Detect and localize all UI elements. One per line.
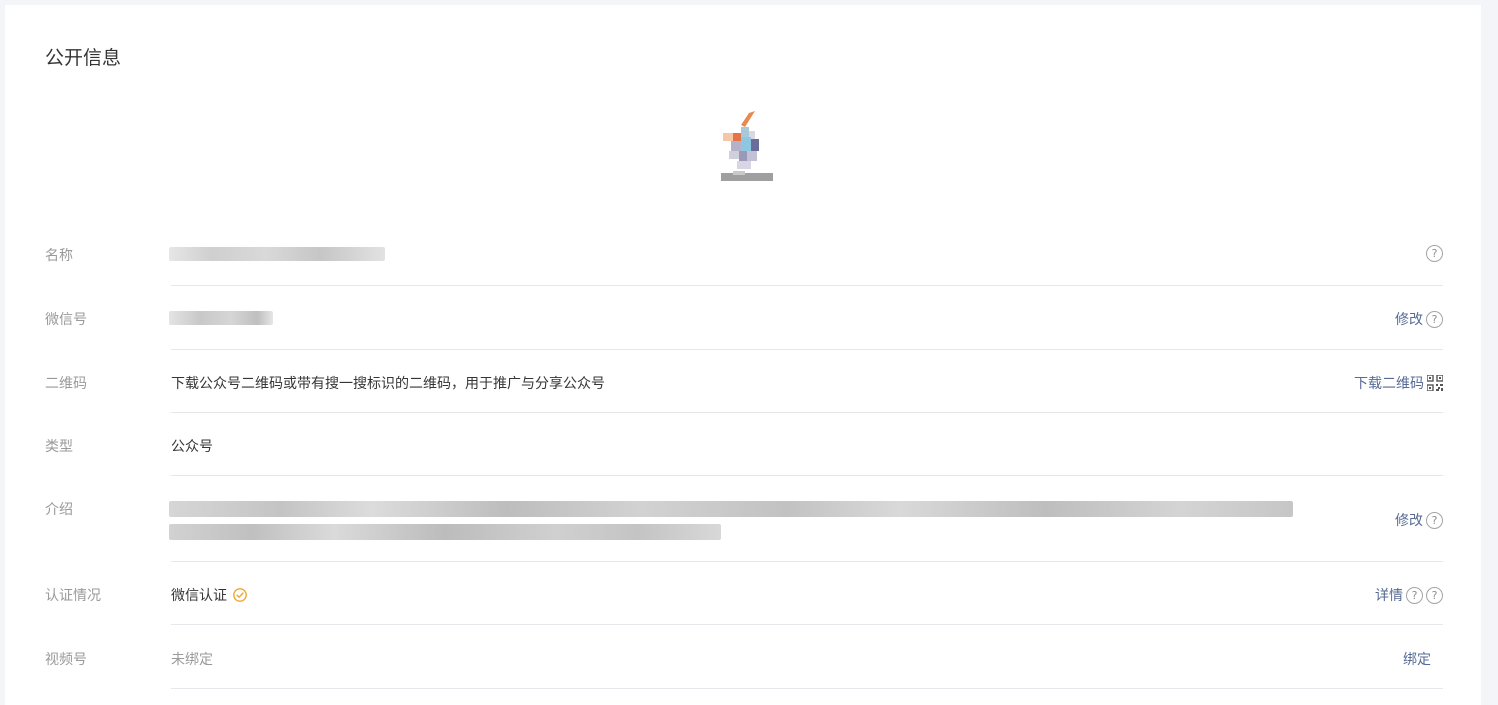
intro-actions: 修改 ? (1395, 510, 1443, 530)
row-intro: 介绍 修改 ? (45, 476, 1443, 562)
verification-value: 微信认证 (171, 588, 227, 604)
intro-line1-redacted (169, 501, 1293, 517)
verification-label: 认证情况 (45, 588, 101, 604)
wechat-id-actions: 修改 ? (1395, 309, 1443, 329)
row-channels: 视频号 未绑定 绑定 (45, 625, 1443, 689)
channels-value: 未绑定 (171, 652, 213, 668)
type-label: 类型 (45, 439, 73, 455)
wechat-id-value-redacted (169, 311, 273, 325)
verification-details-link[interactable]: 详情 (1375, 585, 1403, 605)
verification-value-wrap: 微信认证 (171, 585, 248, 605)
name-actions: ? (1426, 245, 1443, 262)
avatar-image (721, 111, 773, 181)
help-icon[interactable]: ? (1426, 586, 1443, 604)
public-info-card: 公开信息 名称 ? 微信号 修改 ? 二维码 下载公众号二维码或带有搜一搜标识的… (5, 5, 1481, 705)
download-qrcode-link[interactable]: 下载二维码 (1354, 373, 1424, 393)
row-divider (171, 688, 1443, 689)
intro-line2-redacted (169, 524, 721, 540)
row-name: 名称 ? (45, 231, 1443, 286)
type-value: 公众号 (171, 439, 213, 455)
help-icon[interactable]: ? (1426, 245, 1443, 262)
row-type: 类型 公众号 (45, 413, 1443, 476)
channels-label: 视频号 (45, 652, 87, 668)
edit-intro-link[interactable]: 修改 (1395, 510, 1423, 530)
help-icon[interactable]: ? (1426, 511, 1443, 529)
intro-label: 介绍 (45, 502, 73, 518)
section-title: 公开信息 (45, 47, 122, 69)
qrcode-label: 二维码 (45, 376, 87, 392)
name-label: 名称 (45, 248, 73, 264)
name-value-redacted (169, 247, 385, 261)
help-icon[interactable]: ? (1406, 586, 1423, 604)
qrcode-icon[interactable] (1427, 375, 1443, 391)
verified-check-icon (233, 588, 248, 602)
help-icon[interactable]: ? (1426, 310, 1443, 328)
qrcode-description: 下载公众号二维码或带有搜一搜标识的二维码，用于推广与分享公众号 (171, 376, 605, 392)
row-wechat-id: 微信号 修改 ? (45, 286, 1443, 350)
account-avatar (701, 109, 777, 185)
verification-actions: 详情 ? ? (1375, 585, 1443, 605)
channels-actions: 绑定 (1403, 649, 1431, 669)
edit-wechat-id-link[interactable]: 修改 (1395, 309, 1423, 329)
bind-channels-link[interactable]: 绑定 (1403, 649, 1431, 669)
qrcode-actions: 下载二维码 (1354, 373, 1443, 393)
wechat-id-label: 微信号 (45, 312, 87, 328)
row-qrcode: 二维码 下载公众号二维码或带有搜一搜标识的二维码，用于推广与分享公众号 下载二维… (45, 350, 1443, 413)
row-verification: 认证情况 微信认证 详情 ? ? (45, 562, 1443, 625)
